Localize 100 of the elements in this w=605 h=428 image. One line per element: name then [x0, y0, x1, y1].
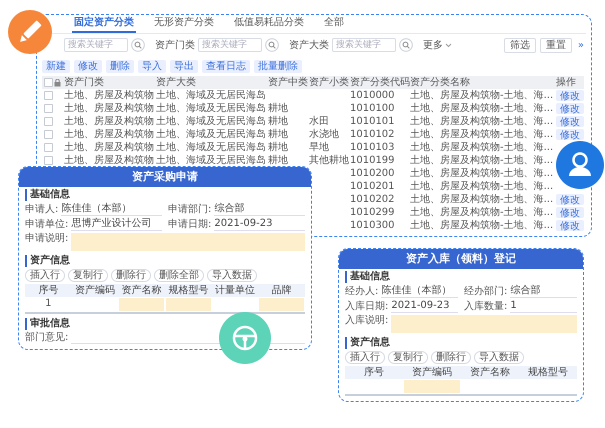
- section-heading: 资产信息: [25, 255, 70, 267]
- table-cell-text: 土地、房屋及构筑物-土地、海...: [410, 180, 554, 193]
- field-label: 入库数量:: [464, 300, 508, 312]
- table-cell-text: 旱地: [309, 141, 330, 154]
- table-cell-text: 土地、房屋及构筑物-土地、海...: [410, 141, 554, 154]
- row-button[interactable]: 插入行: [25, 269, 65, 282]
- column-header: 资产小类: [309, 76, 350, 89]
- checkbox[interactable]: [44, 78, 52, 87]
- table-cell-text: 耕地: [268, 128, 289, 141]
- edit-button[interactable]: 修改: [556, 90, 584, 101]
- table-cell-text: 土地、海域及无居民海岛: [156, 89, 267, 102]
- table-cell-text: 土地、房屋及构筑物-土地、海...: [410, 193, 554, 206]
- filter-button[interactable]: 筛选: [504, 38, 536, 52]
- collapse-button[interactable]: »: [576, 38, 586, 52]
- edit-button[interactable]: 修改: [556, 207, 584, 218]
- table-cell-text: 1010201: [350, 180, 396, 193]
- input-cell[interactable]: [404, 380, 460, 393]
- row-button[interactable]: 删除行: [431, 351, 471, 364]
- input-field[interactable]: 陈佳佳（本部）: [61, 203, 162, 216]
- table-cell-text: 土地、房屋及构筑物-土地、海...: [410, 167, 554, 180]
- table-cell-text: 耕地: [268, 115, 289, 128]
- checkbox[interactable]: [44, 91, 52, 100]
- table-cell-text: 土地、海域及无居民海岛: [156, 115, 267, 128]
- column-header: 资产分类名称: [410, 76, 556, 89]
- filter-button[interactable]: 重置: [540, 38, 572, 52]
- table-cell-text: 土地、房屋及构筑物-土地、海...: [410, 154, 554, 167]
- more-dropdown[interactable]: 更多: [423, 38, 452, 52]
- table-cell-text: 1010102: [350, 128, 396, 141]
- table-cell-text: 水田: [309, 115, 330, 128]
- checkbox[interactable]: [44, 104, 52, 113]
- search-field[interactable]: 搜索关键字: [332, 38, 396, 52]
- tab[interactable]: 低值易耗品分类: [232, 16, 306, 33]
- tab[interactable]: 无形资产分类: [152, 16, 216, 33]
- form-title: 资产入库（领料）登记: [339, 249, 583, 269]
- toolbar-button[interactable]: 批量删除: [254, 60, 302, 72]
- column-header: 资产中类: [268, 76, 309, 89]
- checkbox[interactable]: [44, 143, 52, 152]
- table-cell-text: 土地、房屋及构筑物-土地、海...: [410, 89, 554, 102]
- row-button[interactable]: 导入数据: [474, 351, 524, 364]
- checkbox[interactable]: [44, 130, 52, 139]
- caret-icon: [445, 42, 452, 48]
- search-field[interactable]: 搜索关键字: [64, 38, 128, 52]
- table-cell-text: 1010299: [350, 206, 396, 219]
- column-header: 资产名称: [461, 366, 519, 379]
- table-cell-text: 土地、房屋及构筑物-土地、海...: [410, 128, 554, 141]
- column-header: 资产名称: [118, 284, 165, 297]
- input-field[interactable]: 思博产业设计公司: [71, 218, 162, 231]
- table-cell: 其他耕地: [309, 154, 350, 167]
- input-field[interactable]: 2021-09-23: [214, 218, 305, 231]
- row-button[interactable]: 删除行: [111, 269, 151, 282]
- table-cell-text: 土地、房屋及构筑物: [64, 154, 155, 167]
- input-cell[interactable]: [166, 298, 211, 311]
- input-field[interactable]: 综合部: [510, 285, 577, 298]
- toolbar-button[interactable]: 导出: [170, 60, 198, 72]
- tab[interactable]: 固定资产分类: [72, 16, 136, 33]
- row-button[interactable]: 复制行: [68, 269, 108, 282]
- tab[interactable]: 全部: [322, 16, 346, 33]
- input-field[interactable]: 1: [510, 300, 577, 313]
- table-cell-text: 1010103: [350, 141, 396, 154]
- row-button[interactable]: 删除全部: [154, 269, 204, 282]
- checkbox[interactable]: [44, 117, 52, 126]
- column-header: 操作: [556, 76, 584, 89]
- input-field[interactable]: 陈佳佳（本部）: [381, 285, 458, 298]
- table-cell-text: 1010100: [350, 102, 396, 115]
- toolbar-button[interactable]: 导入: [138, 60, 166, 72]
- input-cell[interactable]: [259, 298, 304, 311]
- toolbar-button[interactable]: 查看日志: [202, 60, 250, 72]
- table-cell-text: 1010101: [350, 115, 396, 128]
- input-field[interactable]: 2021-09-23: [391, 300, 458, 313]
- table-cell-text: 1010000: [350, 89, 396, 102]
- row-button[interactable]: 导入数据: [207, 269, 257, 282]
- edit-button[interactable]: 修改: [556, 194, 584, 205]
- column-header: 资产编码: [403, 366, 461, 379]
- column-header: 序号: [25, 284, 72, 297]
- column-header: 资产分类代码: [350, 76, 410, 89]
- input-cell[interactable]: [119, 298, 164, 311]
- row-button[interactable]: 复制行: [388, 351, 428, 364]
- field-label: 经办部门:: [464, 286, 508, 298]
- search-field[interactable]: 搜索关键字: [198, 38, 262, 52]
- table-cell-text: 土地、海域及无居民海岛: [156, 141, 267, 154]
- input-field[interactable]: 综合部: [214, 203, 305, 216]
- checkbox[interactable]: [44, 156, 52, 165]
- table-cell-text: 耕地: [268, 141, 289, 154]
- column-header: 规格型号: [165, 284, 212, 297]
- toolbar-button[interactable]: 删除: [106, 60, 134, 72]
- edit-button[interactable]: 修改: [556, 116, 584, 127]
- row-button[interactable]: 插入行: [345, 351, 385, 364]
- edit-button[interactable]: 修改: [556, 103, 584, 114]
- table-cell-text: 1: [44, 297, 53, 310]
- field-label: 申请部门:: [168, 204, 212, 216]
- edit-button[interactable]: 修改: [556, 220, 584, 231]
- column-header: 计量单位: [212, 284, 258, 297]
- toolbar-button[interactable]: 修改: [74, 60, 102, 72]
- column-header: 序号: [345, 366, 403, 379]
- edit-button[interactable]: 修改: [556, 129, 584, 140]
- section-heading: 审批信息: [25, 318, 70, 330]
- text-area[interactable]: [391, 315, 577, 333]
- text-area[interactable]: [71, 233, 305, 251]
- table-cell-text: 土地、海域及无居民海岛: [156, 128, 267, 141]
- toolbar-button[interactable]: 新建: [42, 60, 70, 72]
